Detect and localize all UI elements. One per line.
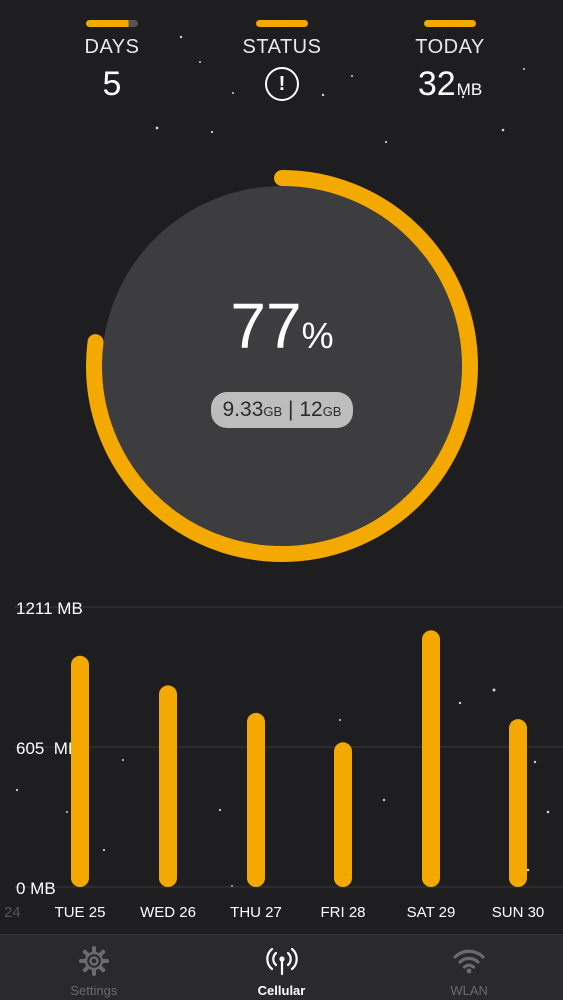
bar-thu-27[interactable]	[247, 712, 265, 887]
x-tick-label: THU 27	[230, 904, 282, 921]
today-value: 32MB	[380, 67, 520, 101]
tab-cellular[interactable]: Cellular	[188, 935, 376, 1000]
usage-summary: 77% 9.33GB | 12GB	[84, 168, 480, 564]
tab-wlan-label: WLAN	[450, 983, 488, 998]
y-tick-label: 0 MB	[16, 879, 56, 898]
status-bar	[256, 20, 308, 27]
y-tick-label: 1211 MB	[16, 599, 83, 618]
today-bar	[424, 20, 476, 27]
status-label: STATUS	[242, 36, 322, 58]
today-unit: MB	[456, 80, 483, 99]
y-tick-label: 605 MB	[16, 739, 79, 758]
today-stat: TODAY 32MB	[380, 20, 520, 101]
daily-usage-chart: 1211 MB 605 MB 0 MB TUE 25 WED 26 THU 27 FRI 2…	[4, 599, 563, 921]
days-progress-bar	[86, 20, 138, 27]
days-value: 5	[102, 65, 122, 103]
bar-sat-29[interactable]	[422, 630, 440, 887]
x-tick-label: SAT 29	[407, 904, 456, 921]
x-tick-label: FRI 28	[320, 904, 365, 921]
bar-tue-25[interactable]	[71, 655, 89, 887]
total-amount: 12	[299, 398, 323, 421]
usage-pill: 9.33GB | 12GB	[210, 392, 354, 428]
total-unit: GB	[322, 404, 342, 419]
bar-fri-28[interactable]	[334, 742, 352, 887]
tab-cellular-label: Cellular	[257, 983, 306, 998]
usage-percent-value: 77	[230, 290, 302, 362]
days-label: DAYS	[84, 36, 140, 58]
bar-wed-26[interactable]	[159, 685, 177, 887]
tab-wlan[interactable]: WLAN	[375, 935, 563, 1000]
used-unit: GB	[263, 404, 283, 419]
x-tick-label: TUE 25	[55, 904, 106, 921]
x-tick-label: WED 26	[140, 904, 196, 921]
used-amount: 9.33	[222, 398, 264, 421]
bar-sun-30[interactable]	[509, 719, 527, 887]
gear-icon	[78, 945, 109, 977]
days-stat: DAYS 5	[42, 20, 182, 101]
wifi-icon	[452, 945, 486, 977]
usage-separator: |	[288, 398, 294, 421]
x-tick-label-partial: 24	[4, 904, 21, 921]
antenna-icon	[265, 945, 298, 977]
x-tick-label: SUN 30	[492, 904, 545, 921]
tab-settings-label: Settings	[70, 983, 118, 998]
today-label: TODAY	[415, 36, 485, 58]
exclamation-circle-icon[interactable]: !	[265, 67, 299, 101]
today-amount: 32	[417, 65, 456, 103]
status-stat[interactable]: STATUS !	[212, 20, 352, 101]
tab-settings[interactable]: Settings	[0, 935, 188, 1000]
usage-percent: 77%	[230, 294, 333, 358]
tab-bar: Settings Cellular WLAN	[0, 934, 563, 1000]
usage-percent-symbol: %	[301, 315, 334, 356]
